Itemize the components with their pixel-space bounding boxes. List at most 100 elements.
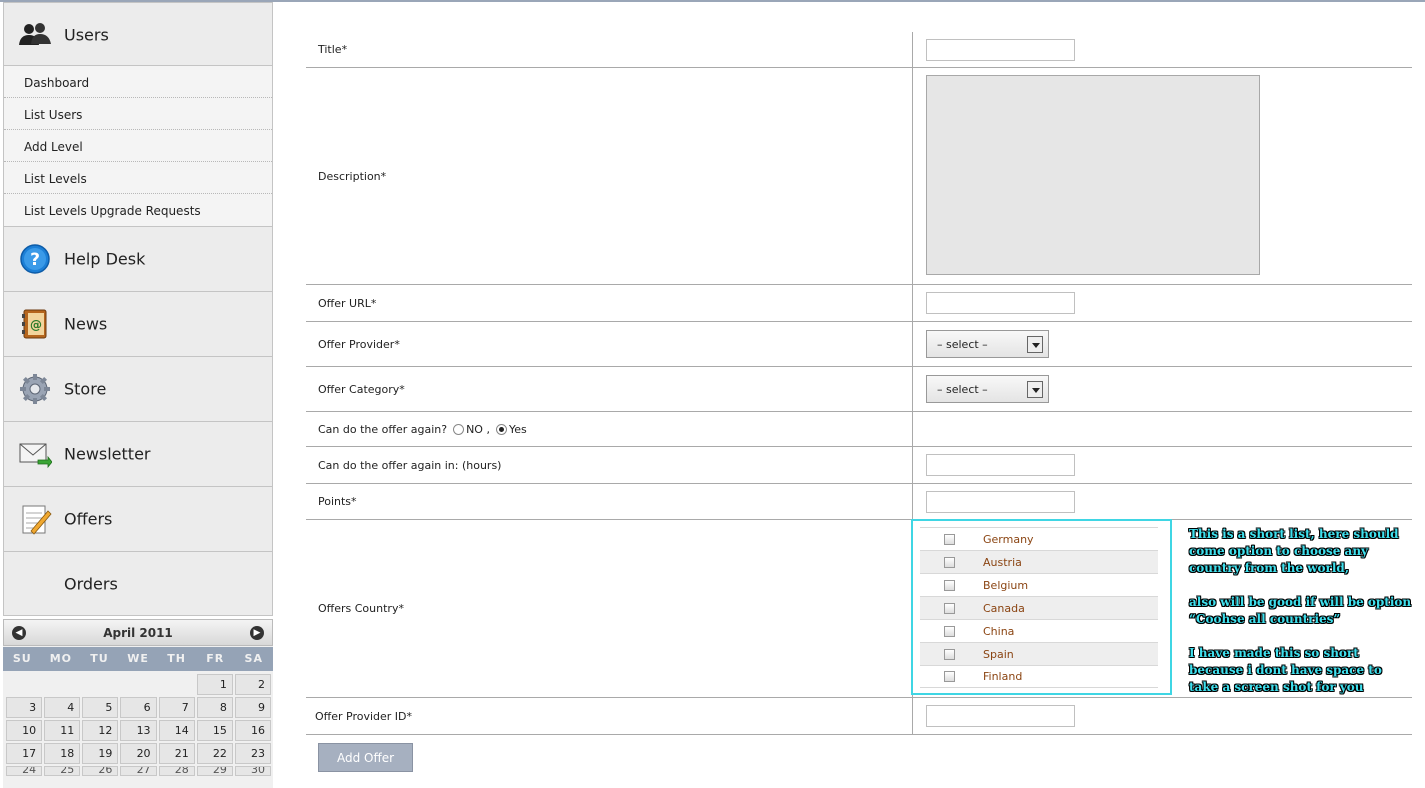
points-input[interactable]: [926, 490, 1075, 513]
calendar-day[interactable]: 8: [196, 697, 233, 718]
weekday: WE: [127, 652, 149, 665]
calendar-day[interactable]: 9: [234, 697, 271, 718]
calendar-day[interactable]: 24: [6, 766, 43, 776]
country-label: Finland: [983, 670, 1023, 683]
radio-yes[interactable]: [495, 423, 507, 435]
sidebar-section-offers[interactable]: Offers: [3, 487, 273, 552]
annotation-line: I have made this so short because i dont…: [1189, 646, 1382, 694]
calendar-day[interactable]: 22: [196, 743, 233, 764]
sidebar-section-newsletter[interactable]: Newsletter: [3, 422, 273, 487]
calendar-day[interactable]: 13: [120, 720, 157, 741]
country-list: Germany Austria Belgium Canada China Spa…: [911, 519, 1172, 695]
country-checkbox[interactable]: [944, 625, 955, 637]
calendar-day[interactable]: 16: [234, 720, 271, 741]
form-row-offers-country: Offers Country* Germany Austria Belgium …: [306, 519, 1414, 698]
country-item: Canada: [920, 596, 1158, 619]
calendar-empty: [44, 674, 80, 695]
field-label: Points*: [306, 484, 913, 519]
form-row-offer-url: Offer URL*: [306, 285, 1412, 322]
country-checkbox[interactable]: [944, 648, 955, 660]
annotation-line: also will be good if will be option “Coo…: [1189, 595, 1412, 626]
form-row-again-hours: Can do the offer again in: (hours): [306, 447, 1412, 484]
offer-provider-select[interactable]: – select –: [926, 330, 1049, 358]
country-checkbox[interactable]: [944, 671, 955, 682]
country-checkbox[interactable]: [944, 579, 955, 591]
news-icon: @: [22, 309, 47, 339]
chevron-down-icon: [1027, 381, 1043, 398]
field-label: Can do the offer again? NO , Yes: [306, 412, 913, 446]
gear-icon: [20, 374, 50, 404]
calendar-day[interactable]: 5: [82, 697, 119, 718]
users-icon: [19, 23, 51, 45]
calendar-day[interactable]: 10: [6, 720, 43, 741]
country-checkbox[interactable]: [944, 602, 955, 614]
calendar-day[interactable]: 28: [158, 766, 195, 776]
country-checkbox[interactable]: [944, 556, 955, 568]
weekday: SU: [12, 652, 32, 665]
submit-row: Add Offer: [318, 743, 413, 772]
title-input[interactable]: [926, 38, 1075, 61]
calendar-day[interactable]: 4: [44, 697, 81, 718]
calendar-day[interactable]: 21: [158, 743, 195, 764]
sidebar-section-orders[interactable]: Orders: [3, 552, 273, 616]
sidebar-section-label: Orders: [64, 574, 118, 593]
country-label: Germany: [983, 532, 1034, 546]
calendar-day[interactable]: 30: [234, 766, 271, 776]
users-subnav: Dashboard List Users Add Level List Leve…: [3, 66, 273, 227]
sidebar-section-store[interactable]: Store: [3, 357, 273, 422]
calendar-day[interactable]: 3: [6, 697, 43, 718]
country-label: Canada: [983, 601, 1025, 615]
calendar-day[interactable]: 20: [120, 743, 157, 764]
country-item: Austria: [920, 550, 1158, 573]
calendar-grid: 1 2 3 4 5 6 7 8 9 10 11 12 13 14 15 16 17 18 19 20 21 22 23 24 2…: [3, 671, 273, 776]
sidebar-item-list-users[interactable]: List Users: [4, 98, 272, 130]
calendar-empty: [82, 674, 118, 695]
country-label: China: [983, 624, 1015, 638]
sidebar-section-users[interactable]: Users: [3, 2, 273, 66]
calendar-day[interactable]: 1: [196, 674, 233, 695]
radio-no[interactable]: [453, 423, 465, 435]
calendar-day[interactable]: 26: [82, 766, 119, 776]
calendar-day[interactable]: 15: [196, 720, 233, 741]
sidebar-section-help-desk[interactable]: ? Help Desk: [3, 227, 273, 292]
calendar-day[interactable]: 7: [158, 697, 195, 718]
envelope-icon: [19, 443, 52, 469]
calendar-next-icon[interactable]: ▶: [250, 626, 264, 640]
country-item: Finland: [920, 665, 1158, 688]
country-checkbox[interactable]: [944, 533, 955, 545]
sidebar-section-news[interactable]: @ News: [3, 292, 273, 357]
svg-text:@: @: [30, 318, 42, 332]
weekday: FR: [206, 652, 225, 665]
calendar-day[interactable]: 19: [82, 743, 119, 764]
add-offer-button[interactable]: Add Offer: [318, 743, 413, 772]
calendar-day[interactable]: 14: [158, 720, 195, 741]
offer-category-select[interactable]: – select –: [926, 375, 1049, 403]
calendar-day[interactable]: 2: [234, 674, 271, 695]
calendar-day[interactable]: 25: [44, 766, 81, 776]
sidebar-item-list-levels-upgrade-requests[interactable]: List Levels Upgrade Requests: [4, 194, 272, 226]
calendar-day[interactable]: 23: [234, 743, 271, 764]
annotation-note: This is a short list, here should come o…: [1189, 526, 1414, 696]
again-hours-input[interactable]: [926, 454, 1075, 476]
calendar-day[interactable]: 6: [120, 697, 157, 718]
calendar-day[interactable]: 12: [82, 720, 119, 741]
provider-id-input[interactable]: [926, 705, 1075, 727]
description-textarea[interactable]: [926, 74, 1260, 275]
field-label: Title*: [306, 32, 913, 67]
sidebar-item-dashboard[interactable]: Dashboard: [4, 66, 272, 98]
calendar-day[interactable]: 11: [44, 720, 81, 741]
calendar-day[interactable]: 17: [6, 743, 43, 764]
form-row-provider-id: Offer Provider ID*: [306, 698, 1412, 735]
offer-url-input[interactable]: [926, 292, 1075, 314]
form-row-description: Description*: [306, 68, 1412, 285]
sidebar-item-list-levels[interactable]: List Levels: [4, 162, 272, 194]
sidebar-item-add-level[interactable]: Add Level: [4, 130, 272, 162]
calendar-day[interactable]: 29: [196, 766, 233, 776]
weekday: SA: [244, 652, 263, 665]
sidebar-section-label: Offers: [64, 509, 113, 529]
calendar-empty: [6, 674, 42, 695]
calendar-day[interactable]: 18: [44, 743, 81, 764]
sidebar-section-label: News: [64, 314, 108, 334]
sidebar-section-label: Help Desk: [64, 249, 146, 269]
calendar-day[interactable]: 27: [120, 766, 157, 776]
